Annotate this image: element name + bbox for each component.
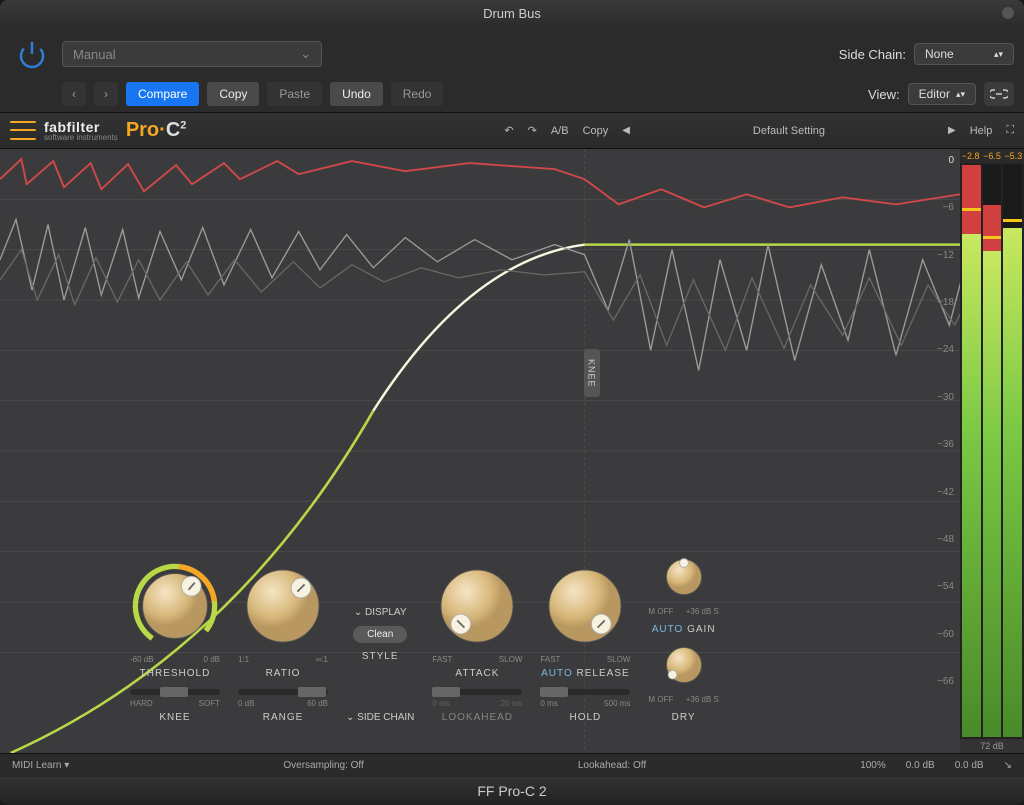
gain-knob[interactable] — [662, 555, 706, 599]
threshold-knob[interactable] — [130, 561, 220, 651]
threshold-label: THRESHOLD — [140, 668, 211, 679]
meter-readout-3: −5.3 — [1004, 151, 1022, 161]
help-button[interactable]: Help — [970, 125, 993, 137]
plugin-header: fabfilter software instruments Pro·C2 ↶ … — [0, 113, 1024, 149]
view-label: View: — [868, 87, 900, 102]
output-meter — [1003, 165, 1022, 737]
hold-slider[interactable] — [540, 689, 630, 695]
window-titlebar: Drum Bus — [0, 0, 1024, 26]
attack-knob[interactable] — [432, 561, 522, 651]
db-scale: 0−6−12 −18−24−30 −36−42−48 −54−60−66 — [924, 149, 954, 693]
fullscreen-icon[interactable]: ⛶ — [1006, 124, 1014, 137]
resize-icon[interactable]: ↘ — [1004, 760, 1012, 771]
product-name: Pro·C2 — [126, 119, 187, 142]
plugin-status-bar: MIDI Learn ▾ Oversampling: Off Lookahead… — [0, 753, 1024, 777]
sidechain-dropdown[interactable]: None ▴▾ — [914, 43, 1014, 65]
sidechain-label: Side Chain: — [839, 47, 906, 62]
ab-toggle[interactable]: A/B — [551, 125, 569, 137]
preset-dropdown[interactable]: Manual ⌄ — [62, 41, 322, 67]
meter-range[interactable]: 72 dB — [960, 739, 1024, 753]
output-gain-1[interactable]: 0.0 dB — [906, 760, 935, 771]
compare-button[interactable]: Compare — [126, 82, 199, 106]
output-gain-2[interactable]: 0.0 dB — [955, 760, 984, 771]
power-button[interactable] — [10, 32, 54, 76]
dry-knob[interactable] — [662, 643, 706, 687]
lookahead-status[interactable]: Lookahead: Off — [578, 760, 646, 771]
display-toggle[interactable]: ⌄ DISPLAY — [354, 607, 407, 618]
next-preset-button[interactable]: › — [94, 82, 118, 106]
knee-slider[interactable] — [130, 689, 220, 695]
preset-name: Manual — [73, 47, 116, 62]
oversampling[interactable]: Oversampling: Off — [283, 760, 363, 771]
release-knob[interactable] — [540, 561, 630, 651]
plugin-redo-icon[interactable]: ↷ — [528, 124, 537, 137]
paste-button[interactable]: Paste — [267, 82, 322, 106]
plugin-undo-icon[interactable]: ↶ — [504, 124, 513, 137]
undo-button[interactable]: Undo — [330, 82, 383, 106]
plugin-preset[interactable]: Default Setting — [644, 125, 934, 137]
chevron-down-icon: ⌄ — [300, 46, 311, 62]
prev-preset-button[interactable]: ‹ — [62, 82, 86, 106]
view-dropdown[interactable]: Editor ▴▾ — [908, 83, 976, 105]
plugin-name: FF Pro-C 2 — [477, 783, 546, 799]
release-label: AUTO RELEASE — [541, 668, 630, 679]
updown-icon: ▴▾ — [956, 89, 965, 100]
input-meter — [962, 165, 981, 737]
style-selector[interactable]: Clean — [353, 626, 407, 643]
knee-tab[interactable]: KNEE — [584, 349, 600, 397]
ratio-knob[interactable] — [238, 561, 328, 651]
zoom-level[interactable]: 100% — [860, 760, 886, 771]
lookahead-slider[interactable] — [432, 689, 522, 695]
preset-prev[interactable]: ◀ — [622, 125, 630, 136]
ab-copy[interactable]: Copy — [583, 125, 609, 137]
gr-meter — [983, 165, 1002, 737]
brand-logo: fabfilter software instruments Pro·C2 — [10, 118, 186, 144]
level-meters: −2.8 −6.5 −5.3 — [960, 149, 1024, 753]
ratio-label: RATIO — [266, 668, 301, 679]
sidechain-toggle[interactable]: ⌄ SIDE CHAIN — [346, 712, 414, 723]
updown-icon: ▴▾ — [994, 49, 1003, 60]
meter-readout-2: −6.5 — [983, 151, 1001, 161]
copy-button[interactable]: Copy — [207, 82, 259, 106]
redo-button[interactable]: Redo — [391, 82, 444, 106]
attack-label: ATTACK — [455, 668, 499, 679]
meter-readout-1: −2.8 — [962, 151, 980, 161]
compression-display[interactable]: KNEE 0−6−12 −18−24−30 −36−42−48 −54−60−6… — [0, 149, 1024, 753]
preset-next[interactable]: ▶ — [948, 125, 956, 136]
window-controls — [1002, 7, 1014, 19]
window-title: Drum Bus — [483, 6, 541, 21]
control-panel: -60 dB0 dB THRESHOLD HARDSOFT KNEE 1:1∞:… — [130, 555, 924, 723]
midi-learn-button[interactable]: MIDI Learn ▾ — [12, 760, 69, 771]
link-button[interactable] — [984, 82, 1014, 106]
range-slider[interactable] — [238, 689, 328, 695]
plugin-footer: FF Pro-C 2 — [0, 777, 1024, 805]
host-toolbar: Manual ⌄ Side Chain: None ▴▾ ‹ › Compare… — [0, 26, 1024, 113]
traffic-dot[interactable] — [1002, 7, 1014, 19]
